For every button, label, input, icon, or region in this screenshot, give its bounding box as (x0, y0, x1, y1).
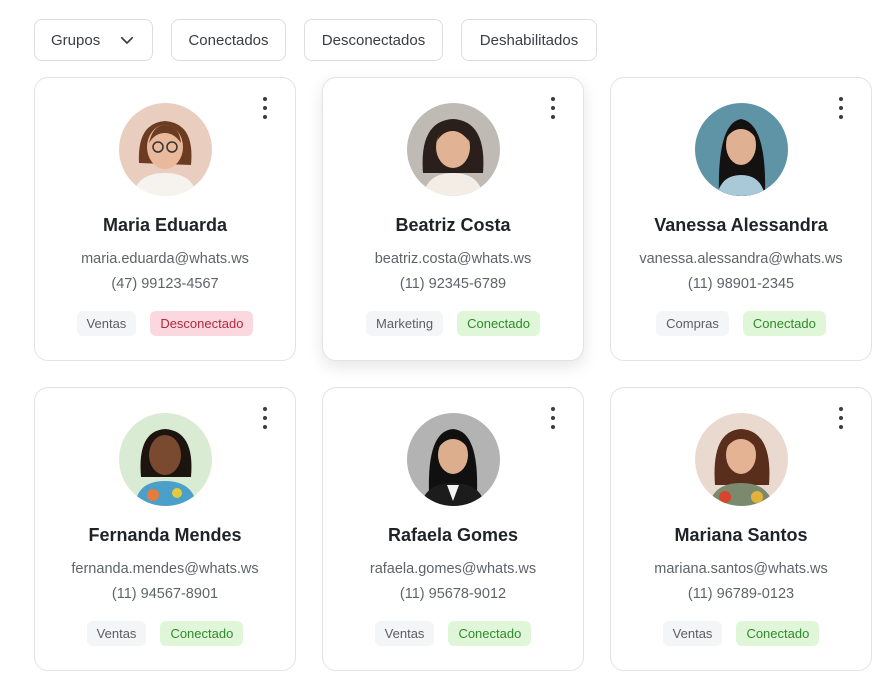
more-options-icon[interactable] (543, 97, 563, 119)
avatar (407, 413, 500, 506)
contact-name: Rafaela Gomes (387, 525, 519, 545)
status-badge: Conectado (742, 311, 826, 336)
contact-phone: (47) 99123-4567 (111, 276, 219, 292)
contact-name: Maria Eduarda (102, 215, 228, 235)
status-badge: Conectado (736, 621, 820, 646)
chevron-down-icon (120, 36, 134, 44)
contact-phone: (11) 95678-9012 (399, 586, 507, 602)
avatar (119, 413, 212, 506)
tag-row: Ventas Desconectado (35, 311, 295, 336)
filter-disconnected-button[interactable]: Desconectados (304, 19, 443, 61)
contact-name: Mariana Santos (674, 525, 808, 545)
filter-bar: Grupos Conectados Desconectados Deshabil… (34, 19, 597, 61)
avatar (695, 103, 788, 196)
contact-card[interactable]: Mariana Santos mariana.santos@whats.ws (… (610, 387, 872, 671)
filter-connected-button[interactable]: Conectados (171, 19, 286, 61)
contact-email: vanessa.alessandra@whats.ws (639, 251, 843, 267)
contact-name: Vanessa Alessandra (654, 215, 828, 235)
group-tag: Ventas (374, 621, 435, 646)
contact-email: maria.eduarda@whats.ws (81, 251, 249, 267)
contact-phone: (11) 94567-8901 (111, 586, 219, 602)
contact-grid: Maria Eduarda maria.eduarda@whats.ws (47… (34, 77, 872, 671)
contact-card[interactable]: Fernanda Mendes fernanda.mendes@whats.ws… (34, 387, 296, 671)
contact-email: beatriz.costa@whats.ws (374, 251, 532, 267)
contact-phone: (11) 98901-2345 (687, 276, 795, 292)
more-options-icon[interactable] (255, 97, 275, 119)
status-badge: Desconectado (150, 311, 254, 336)
tag-row: Ventas Conectado (323, 621, 583, 646)
avatar (407, 103, 500, 196)
tag-row: Ventas Conectado (35, 621, 295, 646)
tag-row: Ventas Conectado (611, 621, 871, 646)
contact-name: Beatriz Costa (395, 215, 511, 235)
status-badge: Conectado (448, 621, 532, 646)
status-badge: Conectado (457, 311, 540, 336)
groups-dropdown-label: Grupos (51, 31, 101, 49)
group-tag: Ventas (86, 621, 147, 646)
more-options-icon[interactable] (831, 407, 851, 429)
contact-email: rafaela.gomes@whats.ws (369, 561, 537, 577)
contact-card[interactable]: Maria Eduarda maria.eduarda@whats.ws (47… (34, 77, 296, 361)
avatar (119, 103, 212, 196)
avatar (695, 413, 788, 506)
contact-card[interactable]: Rafaela Gomes rafaela.gomes@whats.ws (11… (322, 387, 584, 671)
contact-name: Fernanda Mendes (88, 525, 242, 545)
contact-card[interactable]: Vanessa Alessandra vanessa.alessandra@wh… (610, 77, 872, 361)
tag-row: Compras Conectado (611, 311, 871, 336)
contact-card[interactable]: Beatriz Costa beatriz.costa@whats.ws (11… (322, 77, 584, 361)
tag-row: Marketing Conectado (323, 311, 583, 336)
group-tag: Compras (656, 311, 729, 336)
contact-email: fernanda.mendes@whats.ws (71, 561, 259, 577)
status-badge: Conectado (160, 621, 244, 646)
contact-phone: (11) 92345-6789 (399, 276, 507, 292)
contact-phone: (11) 96789-0123 (687, 586, 795, 602)
group-tag: Ventas (76, 311, 137, 336)
more-options-icon[interactable] (255, 407, 275, 429)
group-tag: Marketing (366, 311, 444, 336)
filter-disabled-button[interactable]: Deshabilitados (461, 19, 597, 61)
more-options-icon[interactable] (831, 97, 851, 119)
more-options-icon[interactable] (543, 407, 563, 429)
contact-email: mariana.santos@whats.ws (654, 561, 828, 577)
groups-dropdown[interactable]: Grupos (34, 19, 153, 61)
group-tag: Ventas (662, 621, 723, 646)
